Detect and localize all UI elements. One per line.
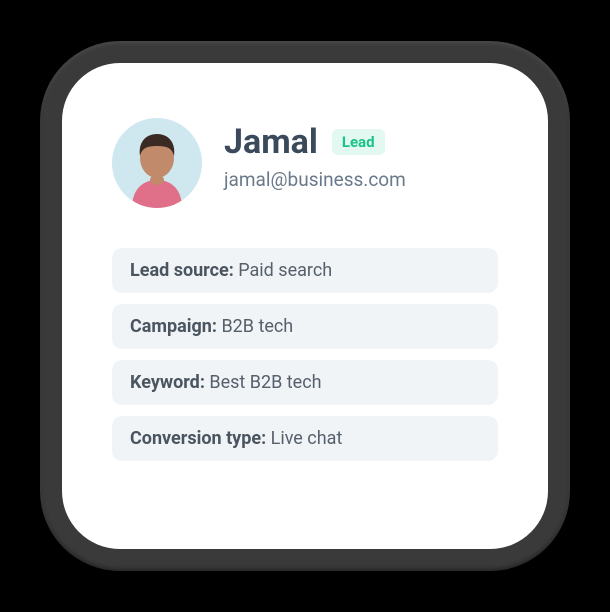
detail-conversion: Conversion type: Live chat [112,416,498,461]
detail-value: Best B2B tech [209,372,321,393]
detail-label: Keyword: [130,372,205,393]
avatar [112,118,202,208]
detail-value: Live chat [271,428,343,449]
avatar-icon [112,118,202,208]
device-frame: Jamal Lead jamal@business.com Lead sourc… [40,41,570,571]
detail-value: Paid search [238,260,332,281]
detail-lead-source: Lead source: Paid search [112,248,498,293]
name-row: Jamal Lead [224,122,498,162]
detail-label: Conversion type: [130,428,266,449]
detail-label: Campaign: [130,316,217,337]
status-badge: Lead [332,129,385,155]
detail-label: Lead source: [130,260,234,281]
contact-info: Jamal Lead jamal@business.com [224,118,498,191]
detail-keyword: Keyword: Best B2B tech [112,360,498,405]
details-list: Lead source: Paid search Campaign: B2B t… [112,248,498,461]
card-header: Jamal Lead jamal@business.com [112,118,498,208]
detail-campaign: Campaign: B2B tech [112,304,498,349]
lead-card: Jamal Lead jamal@business.com Lead sourc… [62,63,548,549]
contact-email: jamal@business.com [224,168,498,191]
contact-name: Jamal [224,122,318,162]
detail-value: B2B tech [221,316,293,337]
